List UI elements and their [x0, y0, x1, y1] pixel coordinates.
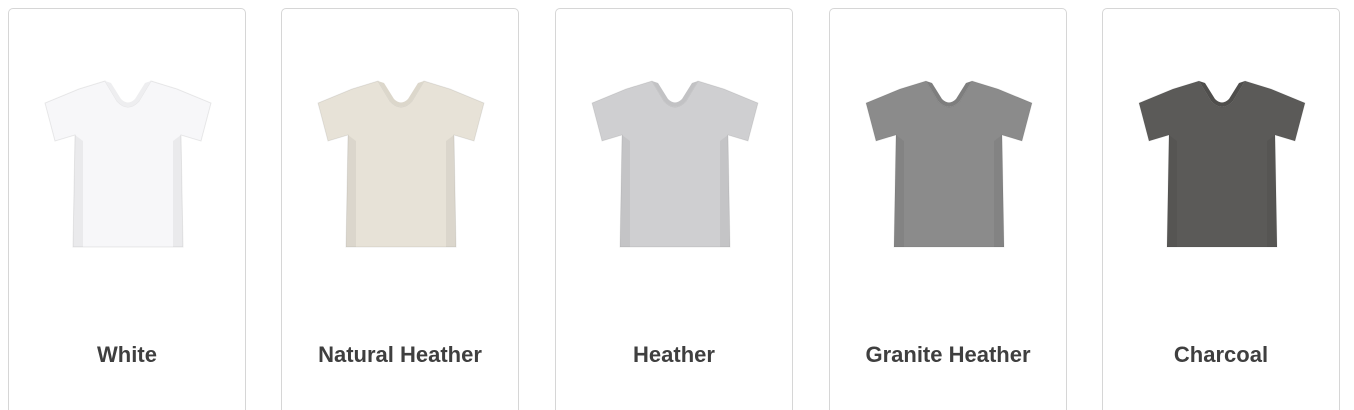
tshirt-icon	[44, 80, 212, 248]
tshirt-label-tag	[398, 85, 404, 99]
swatch-label: Heather	[633, 342, 715, 367]
swatch-card-charcoal[interactable]: Charcoal	[1102, 8, 1340, 410]
color-swatch-grid: White Natural Heather Heather Granite He…	[0, 0, 1354, 410]
tshirt-label-tag	[946, 85, 952, 99]
tshirt-image	[864, 71, 1034, 251]
swatch-label: Granite Heather	[865, 342, 1031, 367]
tshirt-image	[316, 71, 486, 251]
tshirt-label-tag	[1219, 85, 1225, 99]
swatch-card-white[interactable]: White	[8, 8, 246, 410]
swatch-card-granite-heather[interactable]: Granite Heather	[829, 8, 1067, 410]
swatch-label: Charcoal	[1173, 342, 1269, 367]
swatch-card-heather[interactable]: Heather	[555, 8, 793, 410]
tshirt-icon	[591, 80, 759, 248]
tshirt-icon	[1138, 80, 1306, 248]
tshirt-image	[1137, 71, 1307, 251]
tshirt-icon	[865, 80, 1033, 248]
swatch-label: Natural Heather	[318, 342, 482, 367]
tshirt-image	[590, 71, 760, 251]
tshirt-label-tag	[125, 85, 131, 99]
tshirt-label-tag	[672, 85, 678, 99]
swatch-label: White	[97, 342, 157, 367]
tshirt-icon	[317, 80, 485, 248]
tshirt-image	[43, 71, 213, 251]
swatch-card-natural-heather[interactable]: Natural Heather	[281, 8, 519, 410]
